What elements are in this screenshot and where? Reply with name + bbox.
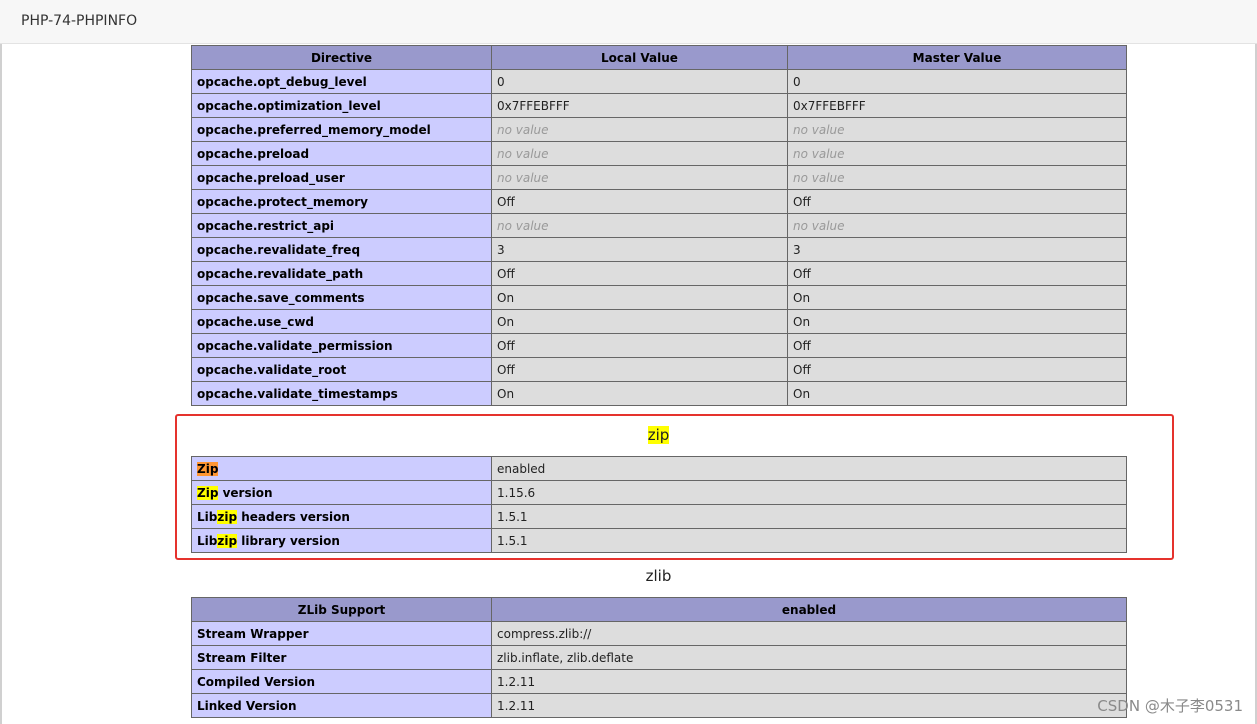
zlib-setting-value: 1.2.11 — [491, 693, 1127, 718]
table-row: opcache.revalidate_freq 3 3 — [191, 237, 1127, 262]
master-value: On — [787, 285, 1127, 310]
column-header-master-value: Master Value — [787, 45, 1127, 70]
column-header-zlib-status: enabled — [491, 597, 1127, 622]
master-value: no value — [787, 213, 1127, 238]
local-value: 0 — [491, 69, 788, 94]
annotation-highlight-box — [175, 414, 1174, 560]
column-header-zlib-support: ZLib Support — [191, 597, 492, 622]
table-row: opcache.optimization_level 0x7FFEBFFF 0x7F… — [191, 93, 1127, 118]
directive-name: opcache.validate_root — [191, 357, 492, 382]
table-row: opcache.validate_root Off Off — [191, 357, 1127, 382]
table-row: Linked Version 1.2.11 — [191, 693, 1127, 718]
local-value: 0x7FFEBFFF — [491, 93, 788, 118]
zlib-setting-value: compress.zlib:// — [491, 621, 1127, 646]
master-value: Off — [787, 261, 1127, 286]
table-row: Compiled Version 1.2.11 — [191, 669, 1127, 694]
table-row: opcache.save_comments On On — [191, 285, 1127, 310]
watermark: CSDN @木子李0531 — [1097, 697, 1243, 715]
table-row: opcache.preload no value no value — [191, 141, 1127, 166]
master-value: Off — [787, 333, 1127, 358]
master-value: 3 — [787, 237, 1127, 262]
table-row: opcache.restrict_api no value no value — [191, 213, 1127, 238]
zlib-setting-name: Linked Version — [191, 693, 492, 718]
master-value: Off — [787, 189, 1127, 214]
table-row: opcache.validate_permission Off Off — [191, 333, 1127, 358]
master-value: no value — [787, 117, 1127, 142]
local-value: Off — [491, 189, 788, 214]
column-header-local-value: Local Value — [491, 45, 788, 70]
browser-tab-bar: PHP-74-PHPINFO — [0, 0, 1257, 44]
local-value: On — [491, 381, 788, 406]
zlib-table-body: Stream Wrapper compress.zlib://Stream Fil… — [191, 621, 1127, 718]
table-row: Stream Wrapper compress.zlib:// — [191, 621, 1127, 646]
column-header-directive: Directive — [191, 45, 492, 70]
directive-name: opcache.validate_permission — [191, 333, 492, 358]
zlib-setting-value: 1.2.11 — [491, 669, 1127, 694]
zlib-setting-name: Stream Wrapper — [191, 621, 492, 646]
local-value: no value — [491, 117, 788, 142]
table-row: opcache.protect_memory Off Off — [191, 189, 1127, 214]
local-value: On — [491, 309, 788, 334]
master-value: 0x7FFEBFFF — [787, 93, 1127, 118]
zlib-setting-name: Compiled Version — [191, 669, 492, 694]
directive-name: opcache.save_comments — [191, 285, 492, 310]
directive-name: opcache.opt_debug_level — [191, 69, 492, 94]
table-row: opcache.preferred_memory_model no value no… — [191, 117, 1127, 142]
zlib-section-title: zlib — [645, 567, 672, 585]
table-row: opcache.validate_timestamps On On — [191, 381, 1127, 406]
table-row: opcache.revalidate_path Off Off — [191, 261, 1127, 286]
window-left-border — [0, 44, 2, 724]
table-row: opcache.opt_debug_level 0 0 — [191, 69, 1127, 94]
local-value: no value — [491, 213, 788, 238]
zlib-setting-value: zlib.inflate, zlib.deflate — [491, 645, 1127, 670]
table-header-row: ZLib Support enabled — [191, 597, 1127, 622]
directive-name: opcache.optimization_level — [191, 93, 492, 118]
directive-name: opcache.validate_timestamps — [191, 381, 492, 406]
local-value: Off — [491, 357, 788, 382]
master-value: no value — [787, 141, 1127, 166]
local-value: no value — [491, 165, 788, 190]
zlib-info-table: ZLib Support enabled Stream Wrapper compr… — [191, 597, 1127, 718]
directive-name: opcache.revalidate_freq — [191, 237, 492, 262]
table-row: opcache.use_cwd On On — [191, 309, 1127, 334]
directive-name: opcache.preload — [191, 141, 492, 166]
master-value: Off — [787, 357, 1127, 382]
local-value: Off — [491, 333, 788, 358]
local-value: 3 — [491, 237, 788, 262]
table-header-row: Directive Local Value Master Value — [191, 45, 1127, 70]
table-row: Stream Filter zlib.inflate, zlib.deflate — [191, 645, 1127, 670]
master-value: 0 — [787, 69, 1127, 94]
zlib-setting-name: Stream Filter — [191, 645, 492, 670]
directive-name: opcache.revalidate_path — [191, 261, 492, 286]
local-value: On — [491, 285, 788, 310]
table-row: opcache.preload_user no value no value — [191, 165, 1127, 190]
directive-name: opcache.preload_user — [191, 165, 492, 190]
directive-name: opcache.use_cwd — [191, 309, 492, 334]
directive-name: opcache.restrict_api — [191, 213, 492, 238]
master-value: On — [787, 309, 1127, 334]
opcache-table-body: opcache.opt_debug_level 0 0 opcache.optimiz… — [191, 69, 1127, 406]
directive-name: opcache.preferred_memory_model — [191, 117, 492, 142]
local-value: Off — [491, 261, 788, 286]
master-value: no value — [787, 165, 1127, 190]
local-value: no value — [491, 141, 788, 166]
master-value: On — [787, 381, 1127, 406]
directive-name: opcache.protect_memory — [191, 189, 492, 214]
tab-title[interactable]: PHP-74-PHPINFO — [21, 13, 137, 29]
opcache-directives-table: Directive Local Value Master Value opcac… — [191, 45, 1127, 406]
